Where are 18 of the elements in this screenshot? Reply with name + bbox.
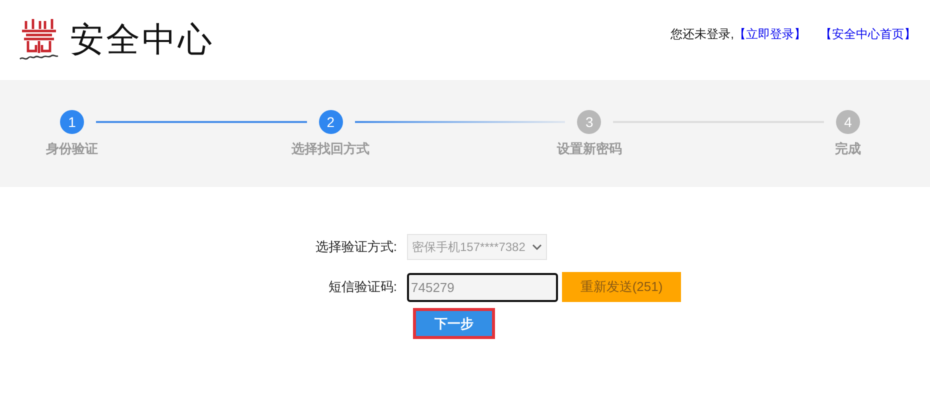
step-label: 选择找回方式 (292, 140, 370, 158)
step-number: 2 (318, 110, 343, 134)
field-label: 选择验证方式: (314, 238, 398, 256)
step-label: 身份验证 (46, 140, 98, 158)
step-number: 4 (836, 110, 860, 134)
login-status-text: 您还未登录, (670, 26, 734, 42)
code-input-field[interactable]: 745279 (407, 272, 558, 302)
method-dropdown[interactable]: 密保手机157****7382 (407, 234, 547, 260)
header-link[interactable]: 【立即登录】 (734, 26, 806, 42)
step-label: 完成 (835, 140, 862, 158)
field-label: 短信验证码: (327, 278, 398, 296)
step-number: 3 (577, 110, 602, 134)
next-button[interactable]: 下一步 (413, 308, 495, 339)
chevron-down-icon (532, 244, 542, 250)
step-number: 1 (60, 110, 84, 134)
header-link[interactable]: 【安全中心首页】 (820, 26, 916, 42)
page-title: 安全中心 (70, 20, 214, 61)
step-label: 设置新密码 (556, 140, 622, 158)
